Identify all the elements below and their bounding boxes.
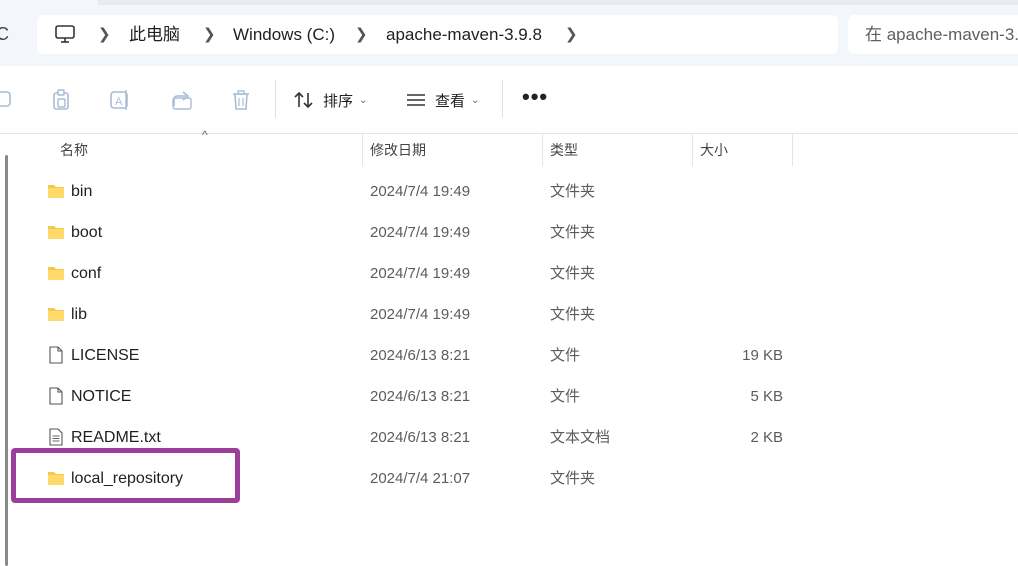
column-divider[interactable] <box>692 134 693 166</box>
sort-icon <box>294 91 313 109</box>
table-row[interactable]: NOTICE 2024/6/13 8:21 文件 5 KB <box>0 376 1018 417</box>
file-icon <box>49 346 63 364</box>
sort-button[interactable]: 排序 ⌄ <box>293 86 367 114</box>
computer-icon <box>55 25 75 43</box>
share-icon[interactable] <box>170 88 194 112</box>
delete-icon[interactable] <box>229 88 253 112</box>
paste-icon[interactable] <box>49 88 73 112</box>
file-modified: 2024/7/4 19:49 <box>370 306 471 323</box>
toolbar-divider <box>275 80 276 118</box>
chevron-down-icon: ⌄ <box>471 94 480 106</box>
title-bar: C ❯ 此电脑 ❯ Windows (C:) ❯ apache-maven-3.… <box>0 0 1018 66</box>
view-list-icon <box>407 94 425 106</box>
file-type: 文件夹 <box>550 183 596 200</box>
folder-icon <box>48 267 64 280</box>
view-button[interactable]: 查看 ⌄ <box>405 86 479 114</box>
file-icon <box>49 387 63 405</box>
search-input[interactable]: 在 apache-maven-3.9.8 中搜索 <box>848 15 1018 54</box>
file-type: 文本文档 <box>550 429 611 446</box>
file-size: 5 KB <box>750 388 783 405</box>
chevron-right-icon[interactable]: ❯ <box>203 15 216 54</box>
column-divider[interactable] <box>362 134 363 166</box>
chevron-right-icon[interactable]: ❯ <box>355 15 368 54</box>
tab-strip-edge <box>98 0 1018 5</box>
column-size[interactable]: 大小 <box>700 134 728 166</box>
sort-label: 排序 <box>323 92 354 110</box>
file-type: 文件夹 <box>550 306 596 323</box>
file-modified: 2024/6/13 8:21 <box>370 347 471 364</box>
file-name: conf <box>71 265 102 282</box>
folder-icon <box>48 308 64 321</box>
sort-caret-icon: ^ <box>202 128 208 142</box>
file-name: NOTICE <box>71 388 132 405</box>
address-bar[interactable]: ❯ 此电脑 ❯ Windows (C:) ❯ apache-maven-3.9.… <box>37 15 838 54</box>
file-name: bin <box>71 183 93 200</box>
file-type: 文件 <box>550 347 581 364</box>
file-type: 文件夹 <box>550 265 596 282</box>
file-modified: 2024/7/4 19:49 <box>370 224 471 241</box>
table-row[interactable]: conf 2024/7/4 19:49 文件夹 <box>0 253 1018 294</box>
column-type[interactable]: 类型 <box>550 134 578 166</box>
file-size: 19 KB <box>742 347 783 364</box>
table-row[interactable]: lib 2024/7/4 19:49 文件夹 <box>0 294 1018 335</box>
chevron-right-icon[interactable]: ❯ <box>565 15 578 54</box>
file-modified: 2024/6/13 8:21 <box>370 429 471 446</box>
text-file-icon <box>49 428 63 446</box>
search-placeholder: 在 apache-maven-3.9.8 中搜索 <box>865 25 1018 44</box>
breadcrumb-drive-c[interactable]: Windows (C:) <box>233 15 335 54</box>
breadcrumb-this-pc[interactable]: 此电脑 <box>129 15 180 54</box>
file-type: 文件 <box>550 388 581 405</box>
column-divider[interactable] <box>542 134 543 166</box>
table-row[interactable]: bin 2024/7/4 19:49 文件夹 <box>0 171 1018 212</box>
file-modified: 2024/7/4 21:07 <box>370 470 471 487</box>
breadcrumb-maven-folder[interactable]: apache-maven-3.9.8 <box>386 15 542 54</box>
column-modified[interactable]: 修改日期 <box>370 134 426 166</box>
file-modified: 2024/7/4 19:49 <box>370 265 471 282</box>
table-row[interactable]: boot 2024/7/4 19:49 文件夹 <box>0 212 1018 253</box>
folder-icon <box>48 185 64 198</box>
folder-icon <box>48 226 64 239</box>
file-name: lib <box>71 306 88 323</box>
more-options-icon[interactable]: ••• <box>522 84 548 110</box>
toolbar-divider <box>502 80 503 118</box>
rename-icon[interactable]: A <box>108 88 132 112</box>
column-header: ^ 名称 修改日期 类型 大小 <box>0 128 1018 166</box>
file-modified: 2024/6/13 8:21 <box>370 388 471 405</box>
column-divider[interactable] <box>792 134 793 166</box>
command-bar: A 排序 ⌄ 查看 ⌄ ••• <box>0 66 1018 134</box>
file-modified: 2024/7/4 19:49 <box>370 183 471 200</box>
column-name[interactable]: 名称 <box>60 134 88 166</box>
svg-text:A: A <box>115 96 123 108</box>
view-label: 查看 <box>435 92 466 110</box>
refresh-icon[interactable]: C <box>0 24 9 45</box>
table-row[interactable]: LICENSE 2024/6/13 8:21 文件 19 KB <box>0 335 1018 376</box>
new-icon[interactable] <box>0 88 16 112</box>
file-name: boot <box>71 224 103 241</box>
file-type: 文件夹 <box>550 470 596 487</box>
file-type: 文件夹 <box>550 224 596 241</box>
chevron-right-icon[interactable]: ❯ <box>98 15 111 54</box>
file-name: LICENSE <box>71 347 140 364</box>
file-size: 2 KB <box>750 429 783 446</box>
highlight-box <box>11 448 240 503</box>
chevron-down-icon: ⌄ <box>359 94 368 106</box>
